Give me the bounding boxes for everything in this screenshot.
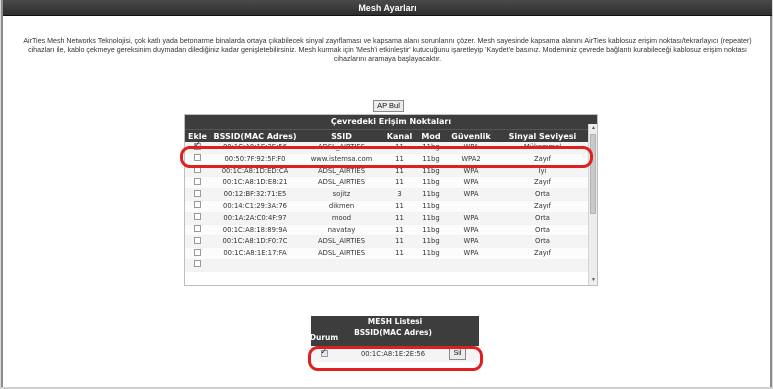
nearby-table-header: Ekle BSSID(MAC Adres) SSID Kanal Mod Güv… [185,129,597,142]
row-ssid: navatay [327,225,356,234]
mesh-settings-panel: Mesh Ayarları AirTies Mesh Networks Tekn… [0,0,773,389]
row-sinyal: Orta [535,213,550,222]
row-ssid: sojitz [332,190,351,199]
row-kanal: 11 [395,225,404,234]
header-mod: Mod [421,132,441,141]
row-guvenlik: WPA [463,190,479,199]
scroll-thumb[interactable] [590,134,596,214]
mesh-list-header: Durum BSSID(MAC Adres) [309,328,479,346]
add-checkbox[interactable] [194,248,201,256]
row-ssid [300,260,383,271]
scroll-down-arrow-icon[interactable]: ▼ [589,276,598,285]
row-bssid: 00:14:C1:29:3A:76 [223,201,287,210]
row-bssid: 00:1C:A8:18:89:9A [222,225,288,234]
row-sinyal: Zayıf [533,249,552,258]
add-checkbox[interactable] [194,260,201,268]
page-title: Mesh Ayarları [3,0,772,16]
row-checkbox-cell [185,260,210,271]
row-kanal: 11 [395,249,404,258]
row-bssid: 00:1C:A8:1D:E8:21 [222,178,288,187]
nearby-access-points-table: Çevredeki Erişim Noktaları Ekle BSSID(MA… [184,114,598,286]
row-ssid: mood [331,213,352,222]
row-ssid: ADSL_AIRTIES [317,249,366,258]
row-ssid: dikmen [328,201,355,210]
row-mod: 11bg [422,213,440,222]
add-checkbox[interactable] [194,236,201,244]
row-guvenlik: WPA [463,213,479,222]
add-checkbox[interactable] [194,225,201,233]
right-border [770,0,772,387]
header-sinyal: Sinyal Seviyesi [508,132,577,141]
table-row: 00:1C:A8:18:89:9A navatay 11 11bg WPA Orta [185,224,597,237]
row-guvenlik: WPA [463,225,479,234]
header-ssid: SSID [331,132,352,141]
row-checkbox-cell [185,189,210,200]
highlight-mesh-row [308,346,483,371]
row-ssid: ADSL_AIRTIES [317,237,366,246]
row-kanal: 11 [395,237,404,246]
row-bssid: 00:1C:A8:1E:17:FA [223,249,287,258]
row-sinyal: Zayıf [533,178,552,187]
highlight-selected-row [180,146,593,168]
mesh-list-title: MESH Listesi [311,316,479,328]
row-guvenlik [446,201,496,212]
description-text: AirTies Mesh Networks Teknolojisi, çok k… [23,37,752,63]
table-row: 00:1C:A8:1D:E8:21 ADSL_AIRTIES 11 11bg WPA Za… [185,177,597,190]
row-checkbox-cell [185,201,210,212]
row-checkbox-cell [185,225,210,236]
nearby-table-title: Çevredeki Erişim Noktaları [185,115,597,129]
header-guvenlik: Güvenlik [451,132,491,141]
row-sinyal: Orta [535,225,550,234]
row-ssid: ADSL_AIRTIES [317,178,366,187]
row-mod: 11bg [422,225,440,234]
row-checkbox-cell [185,248,210,259]
row-bssid: 00:1A:2A:C0:4F:97 [223,213,287,222]
header-bssid: BSSID(MAC Adres) [213,132,297,141]
add-checkbox[interactable] [194,177,201,185]
mesh-header-bssid: BSSID(MAC Adres) [354,328,432,337]
add-checkbox[interactable] [194,201,201,209]
table-row: 00:12:BF:32:71:E5 sojitz 3 11bg WPA Orta [185,189,597,201]
row-mod [416,260,446,271]
row-kanal: 11 [395,178,404,187]
row-guvenlik: WPA [463,249,479,258]
row-kanal [383,260,416,271]
add-checkbox[interactable] [194,189,201,197]
mesh-header-durum: Durum [309,332,339,342]
row-sinyal: Orta [535,237,550,246]
row-checkbox-cell [185,236,210,247]
row-mod: 11bg [422,178,440,187]
row-bssid: 00:12:BF:32:71:E5 [223,190,287,199]
row-guvenlik: WPA [463,237,479,246]
row-kanal: 11 [395,213,404,222]
add-checkbox[interactable] [194,213,201,221]
row-checkbox-cell [185,177,210,188]
table-row: 00:14:C1:29:3A:76 dikmen 11 11bg Zayıf [185,200,597,213]
row-bssid [210,260,300,271]
table-row: 00:1C:A8:1D:F0:7C ADSL_AIRTIES 11 11bg WPA Or… [185,236,597,249]
table-row [185,259,597,272]
find-ap-button[interactable]: AP Bul [373,100,404,112]
row-mod: 11bg [422,190,440,199]
scroll-up-arrow-icon[interactable]: ▲ [589,124,598,133]
row-guvenlik: WPA [463,178,479,187]
row-mod: 11bg [422,237,440,246]
row-guvenlik [446,260,496,271]
row-mod: 11bg [422,249,440,258]
row-sinyal: Zayıf [533,201,552,210]
row-sinyal: Orta [535,190,550,199]
row-kanal: 3 [397,190,402,199]
table-row: 00:1C:A8:1E:17:FA ADSL_AIRTIES 11 11bg WPA Za… [185,248,597,260]
table-row: 00:1A:2A:C0:4F:97 mood 11 11bg WPA Orta [185,212,597,225]
row-kanal: 11 [395,201,404,210]
row-bssid: 00:1C:A8:1D:F0:7C [222,237,288,246]
row-mod: 11bg [422,201,440,210]
row-checkbox-cell [185,213,210,224]
row-sinyal [496,260,589,271]
left-border [1,0,3,387]
header-kanal: Kanal [386,132,413,141]
